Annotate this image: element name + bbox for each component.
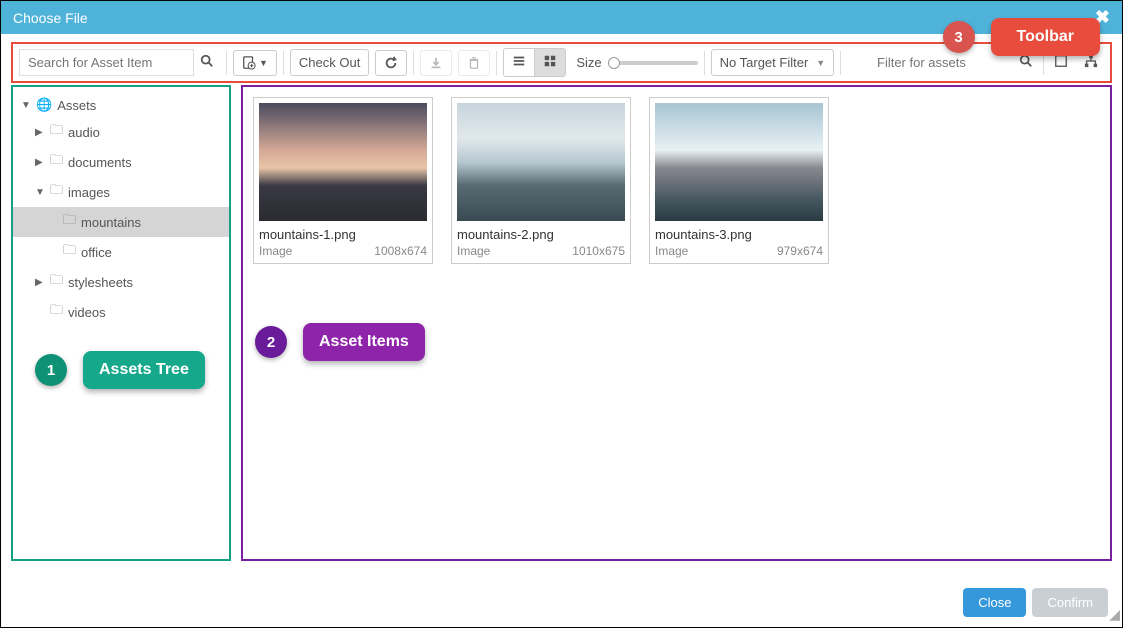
- annotation-label-3: Toolbar: [991, 18, 1100, 56]
- close-button[interactable]: Close: [963, 588, 1026, 617]
- asset-name: mountains-3.png: [655, 227, 823, 242]
- separator: [226, 51, 227, 75]
- asset-thumbnail: [655, 103, 823, 221]
- asset-type: Image: [457, 244, 490, 258]
- asset-card[interactable]: mountains-1.png Image 1008x674: [253, 97, 433, 264]
- asset-name: mountains-1.png: [259, 227, 427, 242]
- resize-handle-icon[interactable]: ◢: [1106, 611, 1120, 625]
- tree-root[interactable]: ▼ 🌐 Assets: [13, 93, 229, 117]
- tree-item-office[interactable]: 🗀 office: [13, 237, 229, 267]
- asset-dims: 979x674: [777, 244, 823, 258]
- folder-icon: 🗀: [50, 151, 63, 173]
- annotation-badge-1: 1: [35, 354, 67, 386]
- toolbar: 3 Toolbar ▼ Check Out Size No Target: [11, 42, 1112, 83]
- asset-type: Image: [655, 244, 688, 258]
- folder-icon: 🗀: [63, 211, 76, 233]
- target-filter-label: No Target Filter: [720, 55, 809, 70]
- asset-card[interactable]: mountains-3.png Image 979x674: [649, 97, 829, 264]
- tree-item-mountains[interactable]: 🗀 mountains: [13, 207, 229, 237]
- asset-name: mountains-2.png: [457, 227, 625, 242]
- search-input[interactable]: [19, 49, 194, 76]
- asset-items-panel: mountains-1.png Image 1008x674 mountains…: [241, 85, 1112, 561]
- separator: [413, 51, 414, 75]
- delete-button: [458, 50, 490, 76]
- tree-label: documents: [68, 155, 132, 170]
- asset-dims: 1010x675: [572, 244, 625, 258]
- caret-right-icon: ▶: [35, 277, 45, 288]
- search-container: [19, 49, 220, 76]
- folder-icon: 🗀: [63, 241, 76, 263]
- separator: [704, 51, 705, 75]
- annotation-label-2: Asset Items: [303, 323, 425, 361]
- tree-item-images[interactable]: ▼ 🗀 images: [13, 177, 229, 207]
- tree-item-stylesheets[interactable]: ▶ 🗀 stylesheets: [13, 267, 229, 297]
- tree-label: stylesheets: [68, 275, 133, 290]
- size-slider[interactable]: [608, 61, 698, 65]
- tree-item-videos[interactable]: 🗀 videos: [13, 297, 229, 327]
- asset-meta: Image 1008x674: [259, 244, 427, 258]
- asset-meta: Image 979x674: [655, 244, 823, 258]
- tree-item-audio[interactable]: ▶ 🗀 audio: [13, 117, 229, 147]
- slider-thumb[interactable]: [608, 57, 620, 69]
- refresh-button[interactable]: [375, 50, 407, 76]
- dialog-title: Choose File: [13, 10, 88, 26]
- caret-right-icon: ▶: [35, 157, 45, 168]
- globe-icon: 🌐: [36, 97, 52, 113]
- folder-icon: 🗀: [50, 301, 63, 323]
- caret-down-icon: ▼: [21, 100, 31, 111]
- folder-icon: 🗀: [50, 181, 63, 203]
- tree-root-label: Assets: [57, 98, 96, 113]
- separator: [840, 51, 841, 75]
- body-area: ▼ 🌐 Assets ▶ 🗀 audio ▶ 🗀 documents ▼ 🗀 i…: [1, 83, 1122, 561]
- tree-label: videos: [68, 305, 106, 320]
- dialog-footer: Close Confirm: [963, 588, 1108, 617]
- tree-item-documents[interactable]: ▶ 🗀 documents: [13, 147, 229, 177]
- asset-meta: Image 1010x675: [457, 244, 625, 258]
- annotation-badge-3: 3: [943, 21, 975, 53]
- caret-right-icon: ▶: [35, 127, 45, 138]
- list-view-button[interactable]: [504, 49, 534, 76]
- grid-view-button[interactable]: [534, 49, 565, 76]
- view-toggle: [503, 48, 566, 77]
- size-label: Size: [576, 55, 601, 70]
- annotation-badge-2: 2: [255, 326, 287, 358]
- asset-card[interactable]: mountains-2.png Image 1010x675: [451, 97, 631, 264]
- separator: [283, 51, 284, 75]
- checkout-label: Check Out: [299, 55, 360, 70]
- tree-label: mountains: [81, 215, 141, 230]
- asset-thumbnail: [259, 103, 427, 221]
- folder-icon: 🗀: [50, 121, 63, 143]
- assets-tree-panel: ▼ 🌐 Assets ▶ 🗀 audio ▶ 🗀 documents ▼ 🗀 i…: [11, 85, 231, 561]
- annotation-1: 1 Assets Tree: [35, 351, 205, 389]
- search-icon[interactable]: [194, 50, 220, 75]
- folder-icon: 🗀: [50, 271, 63, 293]
- annotation-2: 2 Asset Items: [255, 323, 425, 361]
- confirm-button: Confirm: [1032, 588, 1108, 617]
- asset-type: Image: [259, 244, 292, 258]
- download-button: [420, 50, 452, 76]
- asset-thumbnail: [457, 103, 625, 221]
- annotation-label-1: Assets Tree: [83, 351, 205, 389]
- tree-label: images: [68, 185, 110, 200]
- asset-dims: 1008x674: [374, 244, 427, 258]
- tree-label: audio: [68, 125, 100, 140]
- separator: [496, 51, 497, 75]
- target-filter-dropdown[interactable]: No Target Filter ▼: [711, 49, 835, 76]
- checkout-button[interactable]: Check Out: [290, 49, 369, 76]
- caret-down-icon: ▼: [35, 187, 45, 198]
- annotation-3: 3 Toolbar: [943, 18, 1100, 56]
- tree-label: office: [81, 245, 112, 260]
- add-asset-button[interactable]: ▼: [233, 50, 277, 76]
